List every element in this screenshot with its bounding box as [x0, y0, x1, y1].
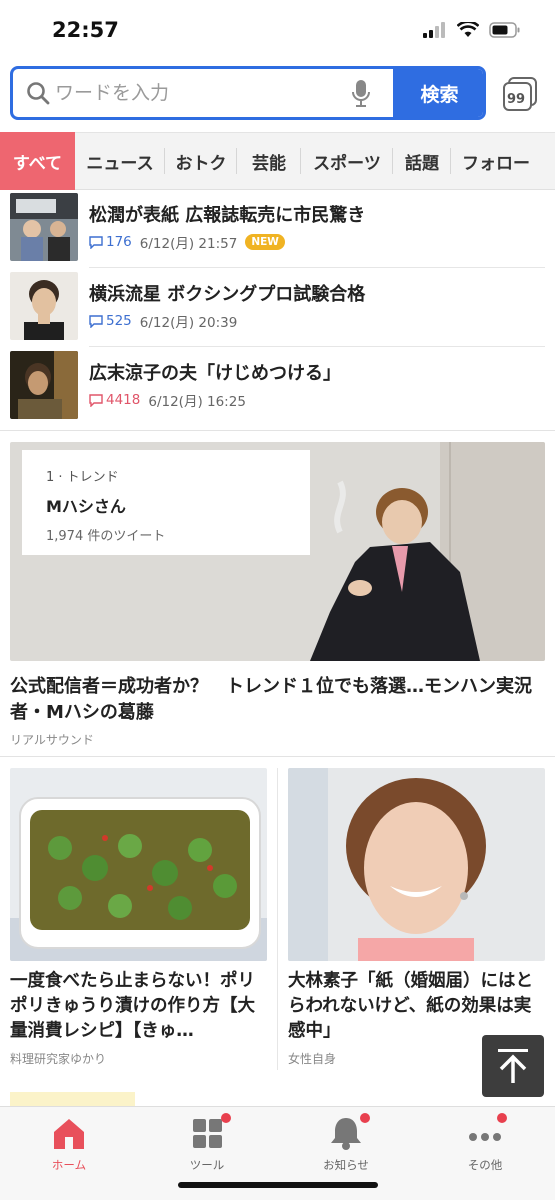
comment-count: 525: [89, 313, 132, 329]
nav-tools-label: ツール: [189, 1158, 225, 1172]
search-bar: 検索 99: [10, 66, 545, 122]
wifi-icon: [457, 22, 479, 37]
news-title: 広末涼子の夫「けじめつける」: [89, 363, 341, 384]
feature-image[interactable]: 1 · トレンド Mハシさん 1,974 件のツイート: [10, 442, 545, 661]
scroll-to-top-button[interactable]: [482, 1035, 544, 1097]
news-thumbnail: [10, 272, 78, 340]
comment-icon: [89, 314, 103, 328]
news-thumbnail: [10, 351, 78, 419]
news-thumbnail: [10, 193, 78, 261]
news-date: 6/12(月) 21:57: [139, 236, 238, 252]
tab-news[interactable]: ニュース: [75, 132, 165, 190]
category-tabs: すべて ニュース おトク 芸能 スポーツ 話題 フォロー: [0, 132, 555, 190]
tab-entertainment[interactable]: 芸能: [237, 132, 301, 190]
quote-button[interactable]: 99: [502, 76, 538, 112]
search-input[interactable]: [55, 78, 345, 108]
news-date: 6/12(月) 20:39: [139, 315, 238, 331]
news-item[interactable]: 広末涼子の夫「けじめつける」 4418 6/12(月) 16:25: [10, 348, 545, 426]
news-item[interactable]: 横浜流星 ボクシングプロ試験合格 525 6/12(月) 20:39: [10, 269, 545, 347]
home-indicator: [178, 1182, 378, 1188]
nav-home[interactable]: ホーム: [0, 1115, 138, 1173]
article-card[interactable]: 大林素子「紙（婚姻届）にはとらわれないけど、紙の効果は実感中」 女性自身: [288, 768, 545, 1067]
notification-dot: [497, 1113, 507, 1123]
section-divider: [0, 756, 555, 757]
search-box: 検索: [10, 66, 486, 120]
trend-tweets: 1,974 件のツイート: [46, 529, 166, 544]
notification-dot: [360, 1113, 370, 1123]
news-date: 6/12(月) 16:25: [148, 394, 246, 410]
trend-name: Mハシさん: [46, 497, 126, 516]
nav-home-label: ホーム: [51, 1158, 87, 1172]
column-divider: [277, 768, 278, 1070]
signal-icon: [423, 22, 445, 38]
tab-all[interactable]: すべて: [0, 132, 75, 190]
card-title: 一度食べたら止まらない！ポリポリきゅうり漬けの作り方【大量消費レシピ】【きゅ…: [10, 971, 255, 1041]
feature-source: リアルサウンド: [10, 733, 94, 747]
nav-more-label: その他: [467, 1158, 503, 1172]
news-item[interactable]: 松潤が表紙 広報誌転売に市民驚き 176 6/12(月) 21:57 NEW: [10, 190, 545, 268]
news-meta: 176 6/12(月) 21:57 NEW: [89, 232, 285, 252]
tab-topics[interactable]: 話題: [393, 132, 451, 190]
comment-count: 176: [89, 234, 132, 250]
search-icon: [27, 82, 50, 105]
nav-notifications[interactable]: お知らせ: [277, 1113, 415, 1173]
search-button[interactable]: 検索: [393, 69, 483, 117]
feature-title[interactable]: 公式配信者＝成功者か？ トレンド１位でも落選…モンハン実況者・Mハシの葛藤: [10, 674, 545, 726]
comment-count: 4418: [89, 392, 140, 408]
news-title: 松潤が表紙 広報誌転売に市民驚き: [89, 205, 366, 226]
article-card[interactable]: 一度食べたら止まらない！ポリポリきゅうり漬けの作り方【大量消費レシピ】【きゅ… …: [10, 768, 267, 1067]
comment-icon: [89, 235, 103, 249]
tab-follow[interactable]: フォロー: [451, 132, 541, 190]
card-image: [10, 768, 267, 961]
nav-more[interactable]: その他: [416, 1113, 554, 1173]
tab-deals[interactable]: おトク: [165, 132, 237, 190]
tab-sports[interactable]: スポーツ: [301, 132, 393, 190]
news-title: 横浜流星 ボクシングプロ試験合格: [89, 284, 366, 305]
trend-rank: 1 · トレンド: [46, 470, 119, 485]
arrow-up-icon: [498, 1049, 528, 1083]
nav-tools[interactable]: ツール: [138, 1113, 276, 1173]
status-icons: [423, 22, 521, 38]
divider: [89, 267, 545, 268]
nav-notifications-label: お知らせ: [323, 1158, 369, 1172]
card-image: [288, 768, 545, 961]
status-bar: 22:57: [0, 0, 555, 60]
card-title: 大林素子「紙（婚姻届）にはとらわれないけど、紙の効果は実感中」: [288, 971, 533, 1041]
new-badge: NEW: [245, 234, 285, 250]
notification-dot: [221, 1113, 231, 1123]
divider: [89, 346, 545, 347]
trend-overlay: 1 · トレンド Mハシさん 1,974 件のツイート: [22, 450, 310, 555]
comment-icon: [89, 393, 103, 407]
status-time: 22:57: [52, 18, 119, 42]
news-meta: 525 6/12(月) 20:39: [89, 311, 237, 331]
home-icon: [54, 1119, 84, 1149]
section-divider: [0, 430, 555, 431]
news-meta: 4418 6/12(月) 16:25: [89, 390, 246, 410]
microphone-icon[interactable]: [351, 79, 371, 109]
battery-icon: [489, 22, 520, 38]
card-source: 料理研究家ゆかり: [10, 1052, 107, 1066]
quote-button-label: 99: [507, 92, 526, 107]
